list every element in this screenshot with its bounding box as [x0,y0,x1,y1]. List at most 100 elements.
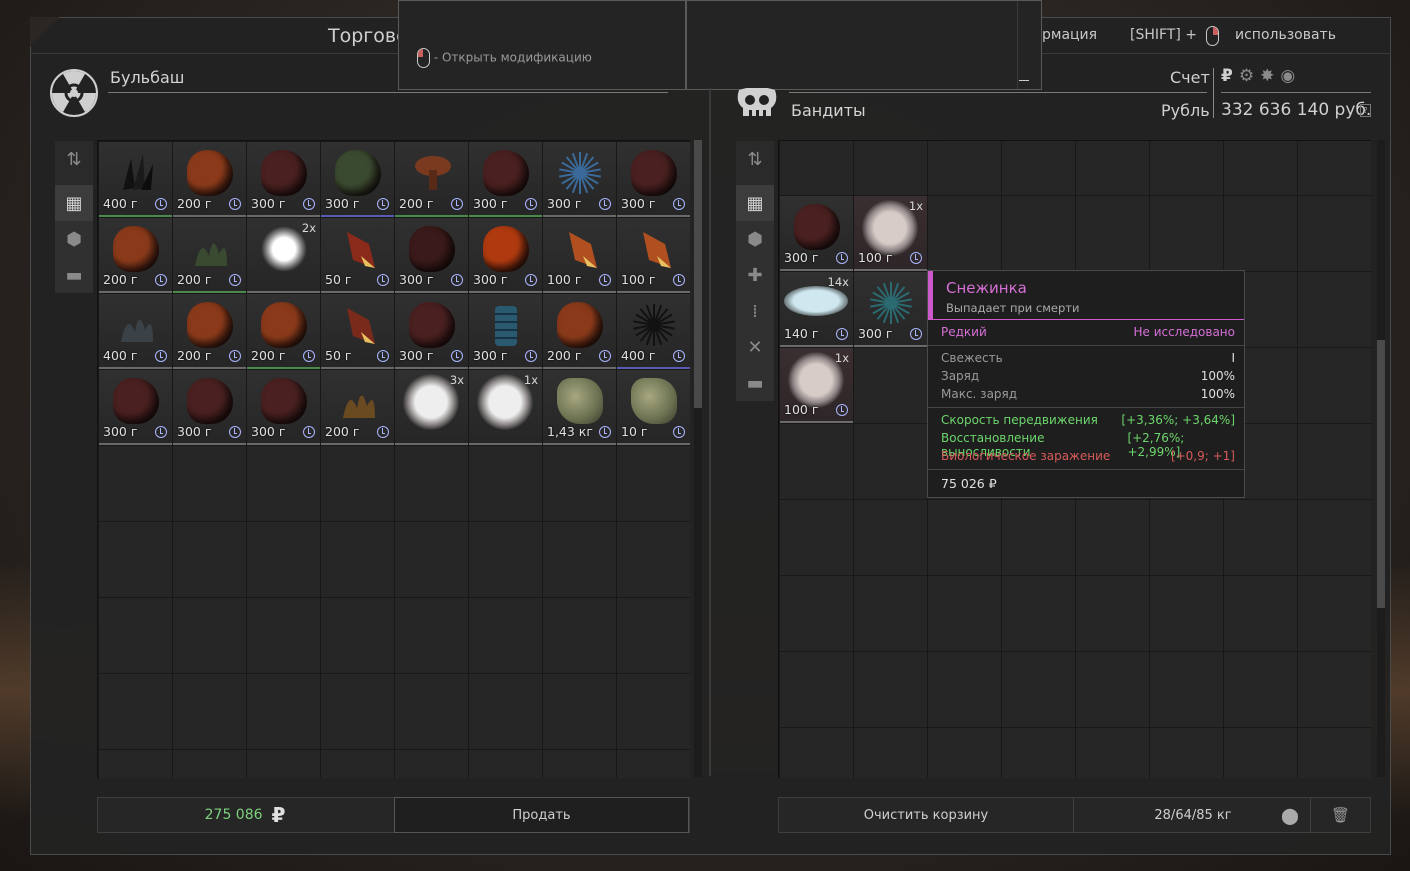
inventory-item[interactable]: 300 г [854,272,927,347]
currency-underline [1221,92,1371,93]
inventory-item[interactable]: 300 г [247,370,320,445]
clock-icon [673,350,685,362]
inventory-item[interactable]: 400 г [617,294,690,369]
inventory-item[interactable]: 300 г [395,218,468,293]
info-hint: рмация [1042,27,1098,43]
sell-button[interactable]: Продать [394,797,689,833]
inventory-item[interactable]: 300 г [99,370,172,445]
clock-icon [836,328,848,340]
tooltip-divider [928,469,1244,470]
ruble-currency-icon[interactable]: ₽ [1221,66,1233,86]
clock-icon [599,274,611,286]
trash-button[interactable]: 🗑 [1310,798,1370,832]
inventory-item[interactable]: 10 г [617,370,690,445]
inventory-item[interactable]: 1x [469,370,542,445]
item-weight: 100 г [858,250,893,265]
inventory-item[interactable]: 2x [247,218,320,293]
gear-currency-icon[interactable]: ⚙ [1239,66,1254,86]
clear-cart-button[interactable]: Очистить корзину [779,798,1074,832]
tooltip-subtitle: Выпадает при смерти [946,301,1080,315]
help-icon[interactable]: ? [1360,104,1371,117]
inventory-item[interactable]: 1x 100 г [780,348,853,423]
filter-artifacts-button[interactable]: ⬢ [55,221,93,257]
tooltip-rarity-row: Редкий Не исследовано [941,325,1235,339]
inventory-item[interactable]: 300 г [173,370,246,445]
clock-icon [451,198,463,210]
stack-count: 1x [834,351,849,365]
clock-icon [451,350,463,362]
inventory-item[interactable]: 300 г [469,294,542,369]
filter-artifacts-button-right[interactable]: ⬢ [736,221,774,257]
item-weight: 100 г [547,272,582,287]
inventory-item[interactable]: 400 г [99,142,172,217]
right-filter-sidebar: ⇅ ▦ ⬢ ✚ ⁞ ✕ ▬ [736,141,774,401]
faction-name: Бандиты [791,101,866,120]
item-weight: 300 г [473,196,508,211]
filter-all-button[interactable]: ▦ [55,185,93,221]
left-scrollbar-thumb[interactable] [694,140,702,408]
tooltip-effect-row: Скорость передвижения [+3,36%; +3,64%] [941,413,1235,427]
currency-selector: ₽ ⚙ ✸ ◉ [1221,66,1295,86]
inventory-item[interactable]: 200 г [99,218,172,293]
filter-tools-button-right[interactable]: ✕ [736,329,774,365]
clock-icon [377,350,389,362]
inventory-item[interactable]: 200 г [173,218,246,293]
item-weight: 300 г [325,196,360,211]
inventory-item[interactable]: 200 г [173,294,246,369]
inventory-item[interactable]: 100 г [617,218,690,293]
inventory-item[interactable]: 300 г [247,142,320,217]
inventory-item[interactable]: 300 г [780,196,853,271]
shift-hint: [SHIFT] + [1130,27,1198,43]
inventory-item[interactable]: 3x [395,370,468,445]
inventory-item[interactable]: 200 г [321,370,394,445]
inventory-item[interactable]: 14x 140 г [780,272,853,347]
right-scrollbar[interactable] [1377,140,1385,777]
clock-icon [155,274,167,286]
stack-count: 2x [301,221,316,235]
clock-icon [451,274,463,286]
filter-ammo-button-right[interactable]: ⁞ [736,293,774,329]
inventory-item[interactable]: 50 г [321,294,394,369]
inventory-item[interactable]: 300 г [617,142,690,217]
inventory-item[interactable]: 400 г [99,294,172,369]
item-weight: 1,43 кг [547,424,593,439]
clock-icon [599,350,611,362]
inventory-item[interactable]: 300 г [543,142,616,217]
inventory-item[interactable]: 200 г [395,142,468,217]
item-weight: 140 г [784,326,819,341]
trader-inventory-grid: 400 г 200 г 300 г 300 г 200 г 300 г 300 г 300 г… [97,140,690,778]
window-title: Торгове [328,25,408,47]
tooltip-stat-row: Заряд 100% [941,369,1235,383]
filter-containers-button-right[interactable]: ▬ [736,365,774,401]
tooltip-header: Снежинка Выпадает при смерти [928,271,1244,319]
inventory-item[interactable]: 1,43 кг [543,370,616,445]
item-weight: 200 г [177,348,212,363]
filter-all-button-right[interactable]: ▦ [736,185,774,221]
sort-button-right[interactable]: ⇅ [736,141,774,177]
account-balance: 332 636 140 руб. [1221,100,1372,120]
filter-medkits-button-right[interactable]: ✚ [736,257,774,293]
inventory-item[interactable]: 300 г [395,294,468,369]
right-scrollbar-thumb[interactable] [1377,340,1385,608]
sort-button[interactable]: ⇅ [55,141,93,177]
clock-icon [836,252,848,264]
item-tooltip: Снежинка Выпадает при смерти Редкий Не и… [927,270,1245,498]
filter-containers-button[interactable]: ▬ [55,257,93,293]
clock-icon [910,252,922,264]
inventory-item[interactable]: 300 г [469,218,542,293]
inventory-item[interactable]: 50 г [321,218,394,293]
inventory-item[interactable]: 100 г [543,218,616,293]
left-scrollbar[interactable] [694,140,702,777]
burst-currency-icon[interactable]: ✸ [1260,66,1274,86]
inventory-item[interactable]: 200 г [247,294,320,369]
inventory-item[interactable]: 200 г [543,294,616,369]
info-popup [686,0,1042,90]
inventory-item[interactable]: 300 г [321,142,394,217]
inventory-item[interactable]: 300 г [469,142,542,217]
inventory-item[interactable]: 200 г [173,142,246,217]
ruble-icon: ₽ [271,803,286,827]
clock-icon [673,426,685,438]
coin-currency-icon[interactable]: ◉ [1280,66,1295,86]
clock-icon [673,274,685,286]
inventory-item[interactable]: 1x 100 г [854,196,927,271]
